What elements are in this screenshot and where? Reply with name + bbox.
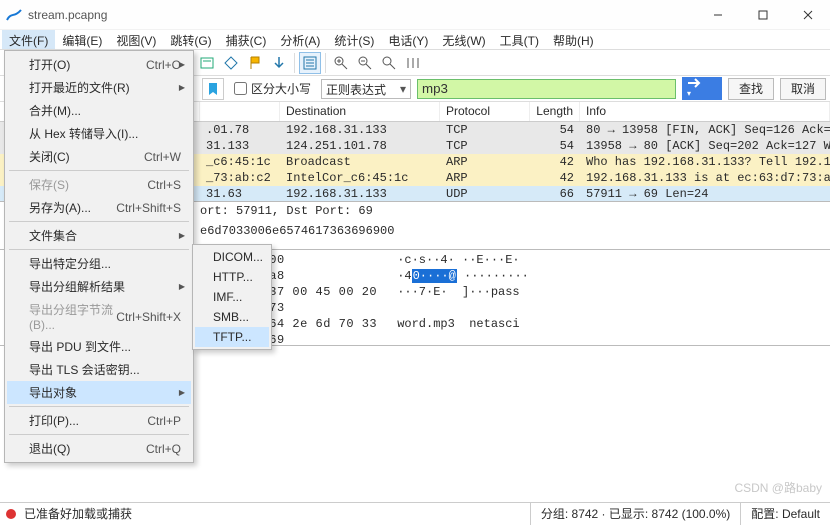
export-submenu-item[interactable]: TFTP... — [195, 327, 269, 347]
wireshark-icon — [6, 7, 22, 23]
menu-analyze[interactable]: 分析(A) — [273, 30, 327, 49]
status-message: 已准备好加载或捕获 — [24, 505, 132, 522]
col-length[interactable]: Length — [530, 102, 580, 121]
menu-wireless[interactable]: 无线(W) — [435, 30, 492, 49]
file-menu-item[interactable]: 导出 TLS 会话密钥... — [7, 358, 191, 381]
file-menu-item[interactable]: 打开(O)Ctrl+O — [7, 53, 191, 76]
maximize-button[interactable] — [740, 0, 785, 30]
col-destination[interactable]: Destination — [280, 102, 440, 121]
details-line-2: e6d7033006e6574617363696900 — [200, 224, 830, 238]
case-sensitive-checkbox[interactable]: 区分大小写 — [230, 80, 315, 97]
window-title: stream.pcapng — [28, 8, 695, 22]
file-menu-item[interactable]: 导出 PDU 到文件... — [7, 335, 191, 358]
file-menu-item[interactable]: 导出对象 — [7, 381, 191, 404]
close-button[interactable] — [785, 0, 830, 30]
go-button[interactable] — [682, 77, 722, 100]
menu-bar: 文件(F) 编辑(E) 视图(V) 跳转(G) 捕获(C) 分析(A) 统计(S… — [0, 30, 830, 50]
tb-zoom-in-icon[interactable] — [330, 52, 352, 74]
cancel-button[interactable]: 取消 — [780, 78, 826, 100]
tb-zoom-100-icon[interactable] — [378, 52, 400, 74]
export-submenu-item[interactable]: IMF... — [195, 287, 269, 307]
tb-autoscroll[interactable] — [299, 52, 321, 74]
case-sensitive-input[interactable] — [234, 82, 247, 95]
watermark: CSDN @路baby — [734, 479, 822, 496]
file-menu-dropdown: 打开(O)Ctrl+O打开最近的文件(R)合并(M)...从 Hex 转储导入(… — [4, 50, 194, 463]
minimize-button[interactable] — [695, 0, 740, 30]
search-mode-select[interactable]: 正则表达式 — [321, 79, 411, 99]
details-line-1: ort: 57911, Dst Port: 69 — [200, 204, 830, 218]
menu-view[interactable]: 视图(V) — [109, 30, 163, 49]
capture-stop-icon[interactable] — [6, 509, 16, 519]
file-menu-item[interactable]: 退出(Q)Ctrl+Q — [7, 437, 191, 460]
file-menu-item[interactable]: 从 Hex 转储导入(I)... — [7, 122, 191, 145]
file-menu-item[interactable]: 合并(M)... — [7, 99, 191, 122]
search-input[interactable] — [417, 79, 676, 99]
tb-icon-4[interactable] — [268, 52, 290, 74]
col-info[interactable]: Info — [580, 102, 830, 121]
file-menu-item[interactable]: 打开最近的文件(R) — [7, 76, 191, 99]
export-objects-submenu: DICOM...HTTP...IMF...SMB...TFTP... — [192, 244, 272, 350]
export-submenu-item[interactable]: HTTP... — [195, 267, 269, 287]
search-mode-value: 正则表达式 — [326, 83, 386, 97]
file-menu-item[interactable]: 文件集合 — [7, 224, 191, 247]
file-menu-item[interactable]: 导出特定分组... — [7, 252, 191, 275]
tb-resize-cols-icon[interactable] — [402, 52, 424, 74]
menu-edit[interactable]: 编辑(E) — [55, 30, 109, 49]
case-sensitive-label: 区分大小写 — [251, 80, 311, 97]
menu-telephony[interactable]: 电话(Y) — [381, 30, 435, 49]
menu-file[interactable]: 文件(F) — [2, 30, 55, 49]
menu-stats[interactable]: 统计(S) — [327, 30, 381, 49]
file-menu-item[interactable]: 打印(P)...Ctrl+P — [7, 409, 191, 432]
export-submenu-item[interactable]: SMB... — [195, 307, 269, 327]
menu-go[interactable]: 跳转(G) — [163, 30, 218, 49]
find-bookmark-icon[interactable] — [202, 78, 224, 100]
menu-help[interactable]: 帮助(H) — [546, 30, 601, 49]
find-button[interactable]: 查找 — [728, 78, 774, 100]
file-menu-item: 保存(S)Ctrl+S — [7, 173, 191, 196]
export-submenu-item[interactable]: DICOM... — [195, 247, 269, 267]
col-protocol[interactable]: Protocol — [440, 102, 530, 121]
tb-zoom-out-icon[interactable] — [354, 52, 376, 74]
status-profile[interactable]: 配置: Default — [740, 503, 830, 525]
file-menu-item: 导出分组字节流(B)...Ctrl+Shift+X — [7, 298, 191, 335]
title-bar: stream.pcapng — [0, 0, 830, 30]
status-bar: 已准备好加载或捕获 分组: 8742 · 已显示: 8742 (100.0%) … — [0, 502, 830, 524]
tb-icon-3[interactable] — [244, 52, 266, 74]
file-menu-item[interactable]: 关闭(C)Ctrl+W — [7, 145, 191, 168]
menu-tools[interactable]: 工具(T) — [493, 30, 546, 49]
status-packets: 分组: 8742 · 已显示: 8742 (100.0%) — [530, 503, 740, 525]
tb-icon-2[interactable] — [220, 52, 242, 74]
tb-icon-1[interactable] — [196, 52, 218, 74]
menu-capture[interactable]: 捕获(C) — [219, 30, 274, 49]
file-menu-item[interactable]: 导出分组解析结果 — [7, 275, 191, 298]
file-menu-item[interactable]: 另存为(A)...Ctrl+Shift+S — [7, 196, 191, 219]
